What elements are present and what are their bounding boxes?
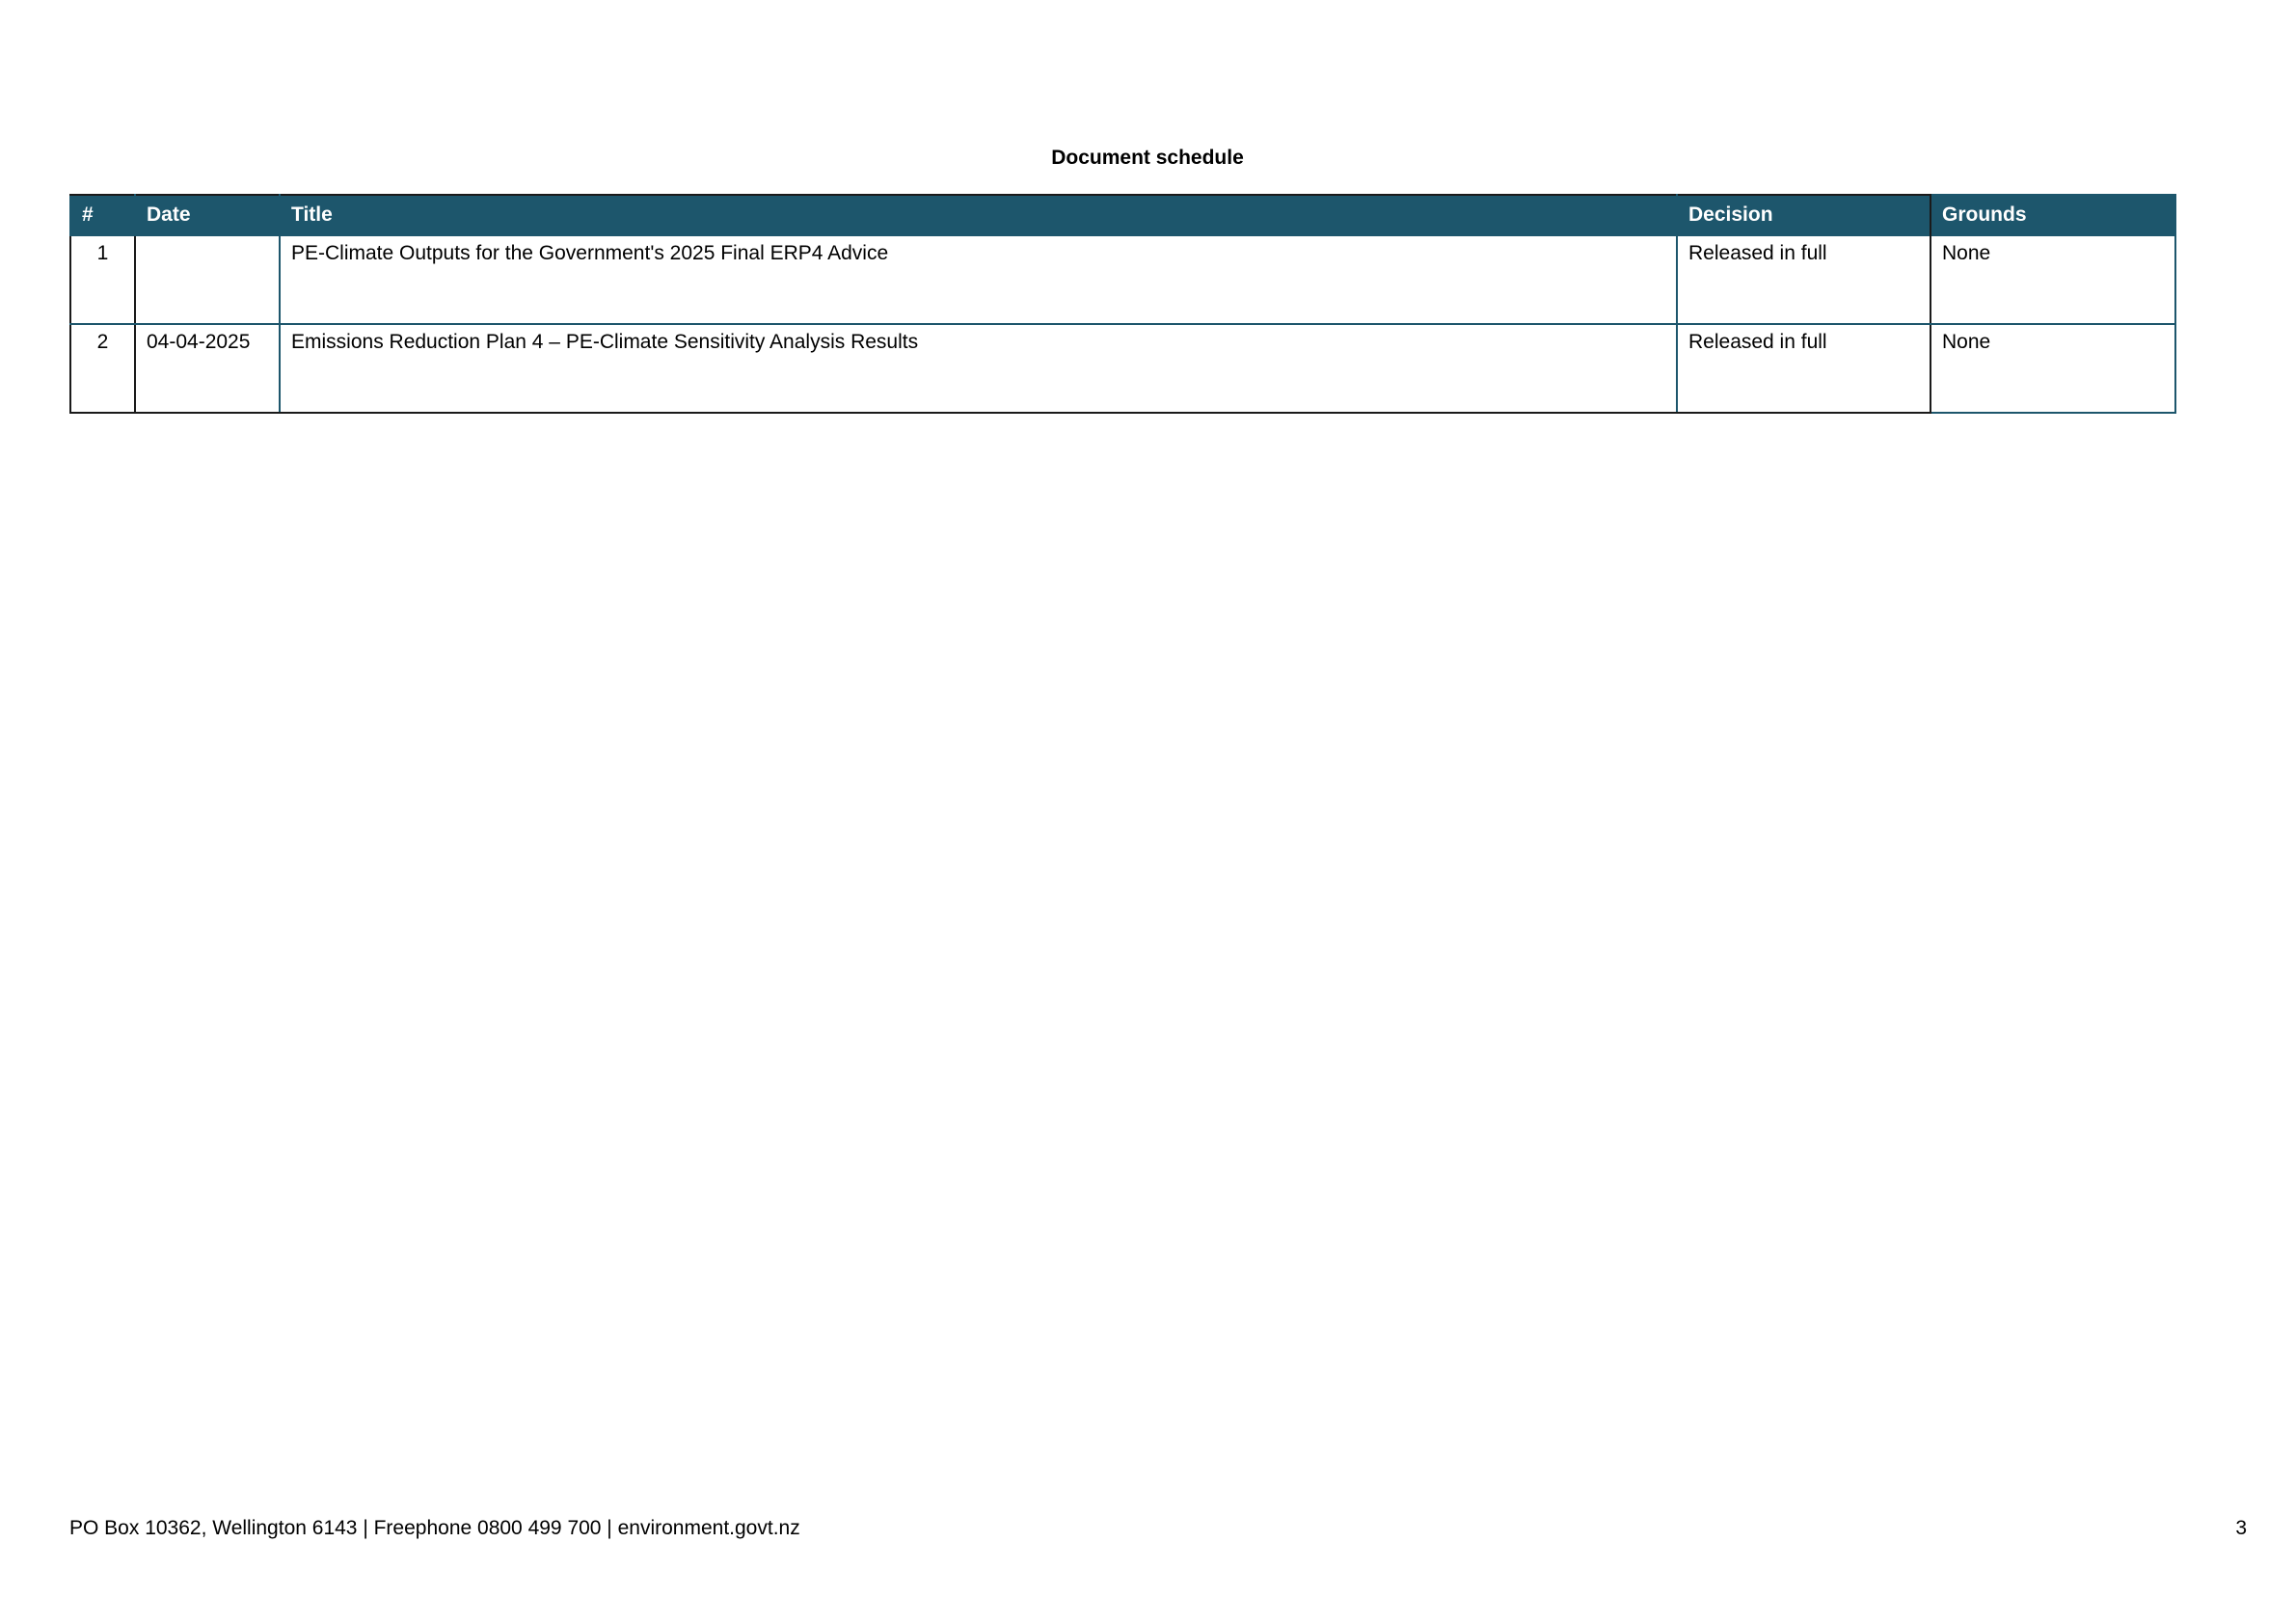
column-header-decision: Decision	[1676, 194, 1931, 235]
row-title-cell: PE-Climate Outputs for the Government's …	[279, 234, 1678, 325]
row-date-cell	[134, 234, 281, 325]
row-date-cell: 04-04-2025	[134, 323, 281, 414]
column-header-number: #	[69, 194, 136, 235]
row-title-cell: Emissions Reduction Plan 4 – PE-Climate …	[279, 323, 1678, 414]
document-schedule-table: # Date Title Decision Grounds 1 PE-Clima…	[69, 194, 2176, 414]
footer-contact: PO Box 10362, Wellington 6143 | Freephon…	[69, 1517, 800, 1539]
table-row: 2 04-04-2025 Emissions Reduction Plan 4 …	[69, 323, 2176, 414]
column-header-title: Title	[279, 194, 1678, 235]
page-number: 3	[2235, 1517, 2247, 1539]
table-header-row: # Date Title Decision Grounds	[69, 194, 2176, 235]
row-decision-cell: Released in full	[1676, 323, 1931, 414]
column-header-date: Date	[134, 194, 281, 235]
row-number-cell: 1	[69, 234, 136, 325]
row-grounds-cell: None	[1930, 323, 2176, 414]
row-grounds-cell: None	[1930, 234, 2176, 325]
row-number-cell: 2	[69, 323, 136, 414]
table-row: 1 PE-Climate Outputs for the Government'…	[69, 234, 2176, 325]
column-header-grounds: Grounds	[1930, 194, 2176, 235]
row-decision-cell: Released in full	[1676, 234, 1931, 325]
page-title: Document schedule	[1051, 147, 1244, 169]
